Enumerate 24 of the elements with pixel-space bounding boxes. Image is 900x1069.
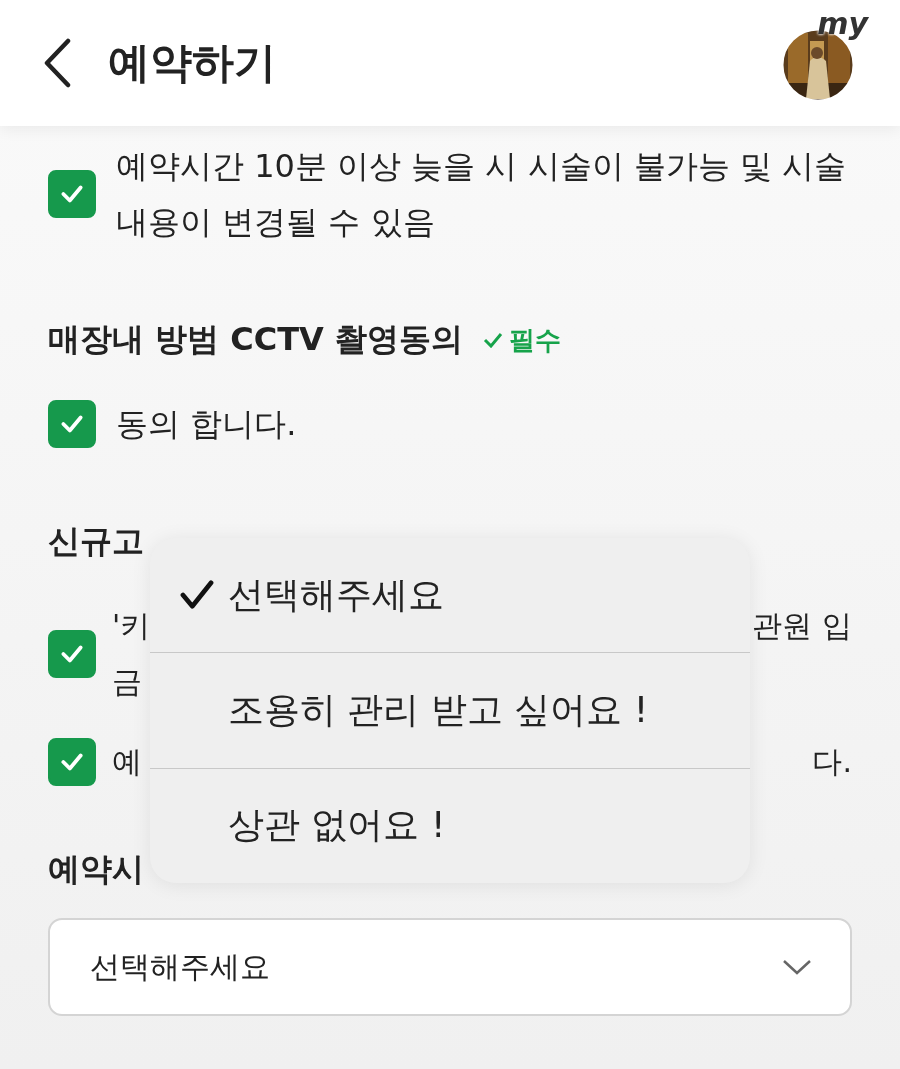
section-title: 신규고 [48,521,144,562]
select-field[interactable]: 선택해주세요 [48,918,852,1016]
section-title: 예약시 [48,849,144,890]
checkbox[interactable] [48,170,96,218]
agreement-text: '키 [112,607,151,645]
page-title: 예약하기 [108,37,277,89]
agreement-text: 금 [112,663,142,701]
dropdown-option[interactable]: 조용히 관리 받고 싶어요 ! [150,653,750,769]
agreement-text: 예약시간 10분 이상 늦을 시 시술이 불가능 및 시술 내용이 변경될 수 있음 [116,146,848,243]
section-title: 매장내 방범 CCTV 촬영동의 [48,319,463,360]
agreement-text: 동의 합니다. [116,404,297,445]
agreement-text: 예 [112,743,142,781]
agreement-text: 다. [812,743,852,781]
checkbox[interactable] [48,400,96,448]
my-label: my [817,9,868,39]
required-label: 필수 [509,323,561,357]
dropdown-option[interactable]: 상관 없어요 ! [150,768,750,883]
chevron-down-icon [782,958,812,976]
checkbox[interactable] [48,630,96,678]
agreement-text: 관원 입 [752,607,852,645]
dropdown-option[interactable]: 선택해주세요 [150,538,750,654]
check-icon [483,332,503,348]
back-icon[interactable] [42,38,72,88]
checkbox[interactable] [48,738,96,786]
